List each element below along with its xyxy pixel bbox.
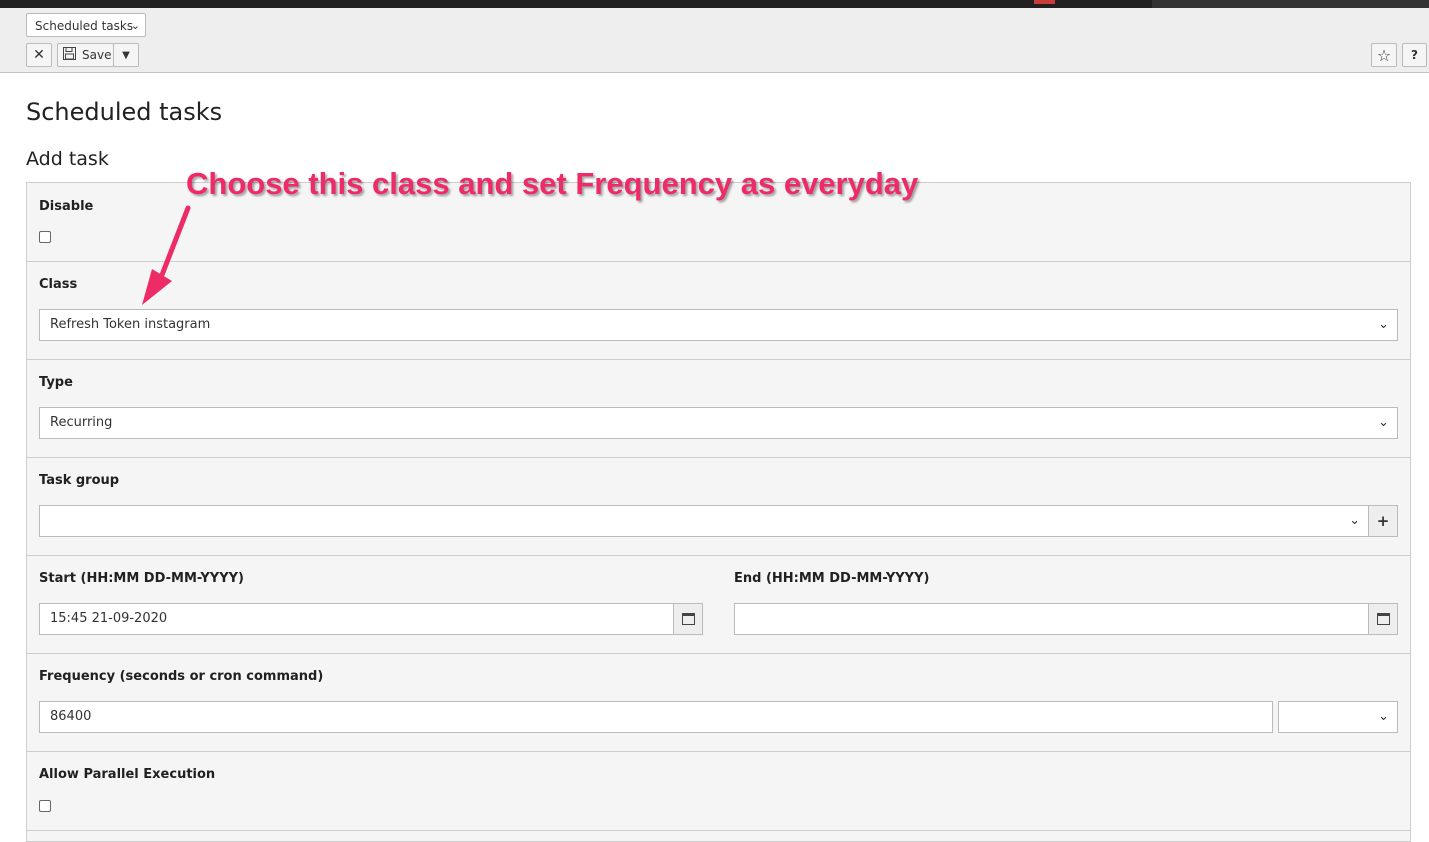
type-label: Type bbox=[39, 375, 73, 390]
top-bar-toolbar bbox=[1152, 0, 1429, 8]
help-button[interactable]: ? bbox=[1402, 43, 1427, 67]
class-select[interactable]: Refresh Token instagram ⌄ bbox=[39, 309, 1398, 341]
task-group-select[interactable]: ⌄ bbox=[39, 505, 1369, 537]
plus-icon: + bbox=[1376, 512, 1390, 530]
type-select[interactable]: Recurring ⌄ bbox=[39, 407, 1398, 439]
class-label: Class bbox=[39, 277, 78, 292]
chevron-down-icon: ⌄ bbox=[130, 19, 140, 32]
end-label: End (HH:MM DD-MM-YYYY) bbox=[734, 571, 930, 586]
task-group-row: Task group ⌄ + bbox=[27, 458, 1410, 556]
annotation-text: Choose this class and set Frequency as e… bbox=[186, 166, 919, 201]
parallel-checkbox[interactable] bbox=[39, 800, 51, 812]
save-label: Save bbox=[82, 48, 112, 62]
chevron-down-icon: ⌄ bbox=[1349, 513, 1360, 528]
section-title: Add task bbox=[26, 148, 109, 170]
start-date-input[interactable]: 15:45 21-09-2020 bbox=[39, 603, 675, 635]
start-date-picker-button[interactable] bbox=[673, 603, 703, 635]
page-title: Scheduled tasks bbox=[26, 98, 223, 126]
close-icon: ✕ bbox=[33, 47, 45, 63]
caret-down-icon: ▼ bbox=[122, 49, 130, 61]
class-select-value: Refresh Token instagram bbox=[50, 317, 211, 332]
doc-header: Scheduled tasks ⌄ ✕ Save ▼ ☆ ? bbox=[0, 8, 1429, 73]
parallel-label: Allow Parallel Execution bbox=[39, 767, 216, 782]
top-bar-indicator bbox=[1034, 0, 1055, 4]
annotation-arrow-icon bbox=[142, 205, 191, 305]
module-menu-label: Scheduled tasks bbox=[35, 19, 134, 33]
star-icon: ☆ bbox=[1376, 45, 1392, 65]
save-options-button[interactable]: ▼ bbox=[113, 43, 139, 67]
frequency-value: 86400 bbox=[50, 709, 92, 724]
date-row: Start (HH:MM DD-MM-YYYY) 15:45 21-09-202… bbox=[27, 556, 1410, 654]
disable-checkbox[interactable] bbox=[39, 231, 51, 243]
type-row: Type Recurring ⌄ bbox=[27, 360, 1410, 458]
frequency-row: Frequency (seconds or cron command) 8640… bbox=[27, 654, 1410, 752]
chevron-down-icon: ⌄ bbox=[1378, 415, 1389, 430]
parallel-row: Allow Parallel Execution bbox=[27, 752, 1410, 831]
top-bar bbox=[0, 0, 1429, 8]
add-task-group-button[interactable]: + bbox=[1368, 505, 1398, 537]
chevron-down-icon: ⌄ bbox=[1378, 709, 1389, 724]
save-icon bbox=[63, 47, 76, 63]
start-date-value: 15:45 21-09-2020 bbox=[50, 611, 168, 626]
task-group-label: Task group bbox=[39, 473, 120, 488]
help-icon: ? bbox=[1411, 48, 1418, 62]
frequency-input[interactable]: 86400 bbox=[39, 701, 1273, 733]
start-label: Start (HH:MM DD-MM-YYYY) bbox=[39, 571, 244, 586]
add-task-form: Disable Class Refresh Token instagram ⌄ … bbox=[26, 182, 1411, 842]
frequency-preset-select[interactable]: ⌄ bbox=[1278, 701, 1398, 733]
module-menu-select[interactable]: Scheduled tasks ⌄ bbox=[26, 13, 146, 37]
bookmark-button[interactable]: ☆ bbox=[1371, 43, 1397, 67]
type-select-value: Recurring bbox=[50, 415, 113, 430]
save-button[interactable]: Save bbox=[57, 43, 114, 67]
calendar-icon bbox=[1377, 613, 1390, 625]
disable-label: Disable bbox=[39, 199, 94, 214]
close-button[interactable]: ✕ bbox=[26, 43, 52, 67]
end-date-picker-button[interactable] bbox=[1368, 603, 1398, 635]
class-row: Class Refresh Token instagram ⌄ bbox=[27, 262, 1410, 360]
chevron-down-icon: ⌄ bbox=[1378, 317, 1389, 332]
calendar-icon bbox=[682, 613, 695, 625]
frequency-label: Frequency (seconds or cron command) bbox=[39, 669, 324, 684]
end-date-input[interactable] bbox=[734, 603, 1370, 635]
